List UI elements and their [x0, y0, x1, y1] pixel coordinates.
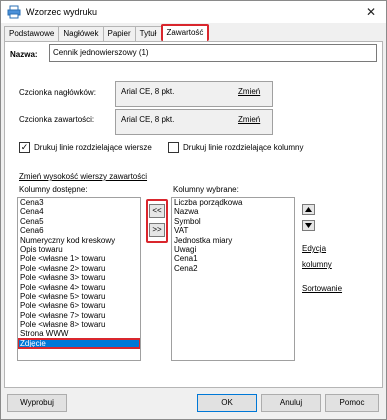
list-item[interactable]: Pole <własne 1> towaru [18, 254, 140, 263]
window-title: Wzorzec wydruku [26, 7, 98, 17]
list-item[interactable]: Pole <własne 7> towaru [18, 311, 140, 320]
content-font-box: Arial CE, 8 pkt. Zmień [115, 109, 273, 135]
dialog-window: Wzorzec wydruku ✕ Podstawowe Nagłówek Pa… [0, 0, 387, 420]
list-item[interactable]: Pole <własne 6> towaru [18, 301, 140, 310]
tab-strip: Podstawowe Nagłówek Papier Tytuł Zawarto… [4, 24, 210, 41]
sort-link[interactable]: Sortowanie [302, 284, 342, 293]
remove-column-button[interactable]: << [149, 204, 165, 218]
move-up-button[interactable] [302, 204, 315, 215]
list-item[interactable]: Liczba porządkowa [172, 198, 294, 207]
cancel-button[interactable]: Anuluj [261, 394, 321, 412]
edit-column-link-line1[interactable]: Edycja [302, 244, 326, 253]
list-item[interactable]: Symbol [172, 217, 294, 226]
list-item[interactable]: Pole <własne 4> towaru [18, 283, 140, 292]
list-item[interactable]: Strona WWW [18, 329, 140, 338]
tab-papier[interactable]: Papier [102, 26, 136, 41]
checkmark-icon: ✓ [19, 142, 30, 153]
row-lines-label: Drukuj linie rozdzielające wiersze [34, 143, 152, 152]
list-item[interactable]: Cena4 [18, 207, 140, 216]
list-item[interactable]: Cena1 [172, 254, 294, 263]
available-columns-label: Kolumny dostępne: [19, 185, 88, 194]
header-font-label: Czcionka nagłówków: [19, 88, 96, 97]
col-lines-label: Drukuj linie rozdzielające kolumny [183, 143, 304, 152]
available-columns-list[interactable]: Cena3 Cena4 Cena5 Cena6 Numeryczny kod kresk… [17, 197, 141, 361]
list-item[interactable]: Pole <własne 8> towaru [18, 320, 140, 329]
tab-naglowek[interactable]: Nagłówek [58, 26, 104, 41]
move-down-button[interactable] [302, 220, 315, 231]
row-lines-checkbox[interactable]: ✓ Drukuj linie rozdzielające wiersze [19, 142, 152, 153]
add-column-button[interactable]: >> [149, 223, 165, 237]
printer-icon [7, 5, 21, 19]
list-item[interactable]: Cena2 [172, 264, 294, 273]
name-input[interactable]: Cennik jednowierszowy (1) [49, 44, 377, 62]
list-item[interactable]: Pole <własne 3> towaru [18, 273, 140, 282]
title-bar: Wzorzec wydruku ✕ [1, 1, 386, 23]
tab-tytul[interactable]: Tytuł [134, 26, 162, 41]
tab-zawartosc[interactable]: Zawartość [160, 24, 210, 41]
list-item[interactable]: VAT [172, 226, 294, 235]
down-arrow-icon [305, 223, 312, 228]
ok-button[interactable]: OK [197, 394, 257, 412]
col-lines-checkbox[interactable]: Drukuj linie rozdzielające kolumny [168, 142, 304, 153]
up-arrow-icon [305, 207, 312, 212]
list-item[interactable]: Cena6 [18, 226, 140, 235]
content-font-label: Czcionka zawartości: [19, 115, 95, 124]
list-item[interactable]: Nazwa [172, 207, 294, 216]
close-icon[interactable]: ✕ [364, 5, 378, 19]
chosen-columns-list[interactable]: Liczba porządkowa Nazwa Symbol VAT Jednostka… [171, 197, 295, 361]
list-item[interactable]: Opis towaru [18, 245, 140, 254]
chosen-columns-label: Kolumny wybrane: [173, 185, 239, 194]
list-item[interactable]: Pole <własne 2> towaru [18, 264, 140, 273]
header-font-box: Arial CE, 8 pkt. Zmień [115, 81, 273, 107]
move-buttons-group: << >> [146, 199, 168, 243]
edit-column-link-line2[interactable]: kolumny [302, 260, 332, 269]
row-height-link[interactable]: Zmień wysokość wierszy zawartości [19, 172, 147, 181]
list-item[interactable]: Numeryczny kod kreskowy [18, 236, 140, 245]
header-font-change-link[interactable]: Zmień [238, 87, 260, 96]
list-item[interactable]: Zdjęcie [18, 337, 140, 350]
header-font-value: Arial CE, 8 pkt. [121, 87, 175, 96]
list-item[interactable]: Jednostka miary [172, 236, 294, 245]
content-font-value: Arial CE, 8 pkt. [121, 115, 175, 124]
content-font-change-link[interactable]: Zmień [238, 115, 260, 124]
list-item[interactable]: Uwagi [172, 245, 294, 254]
list-item[interactable]: Cena5 [18, 217, 140, 226]
help-button[interactable]: Pomoc [325, 394, 379, 412]
name-label: Nazwa: [10, 50, 38, 59]
list-item[interactable]: Cena3 [18, 198, 140, 207]
tab-podstawowe[interactable]: Podstawowe [4, 26, 60, 41]
print-button[interactable]: Wyprobuj [7, 394, 67, 412]
list-item[interactable]: Pole <własne 5> towaru [18, 292, 140, 301]
